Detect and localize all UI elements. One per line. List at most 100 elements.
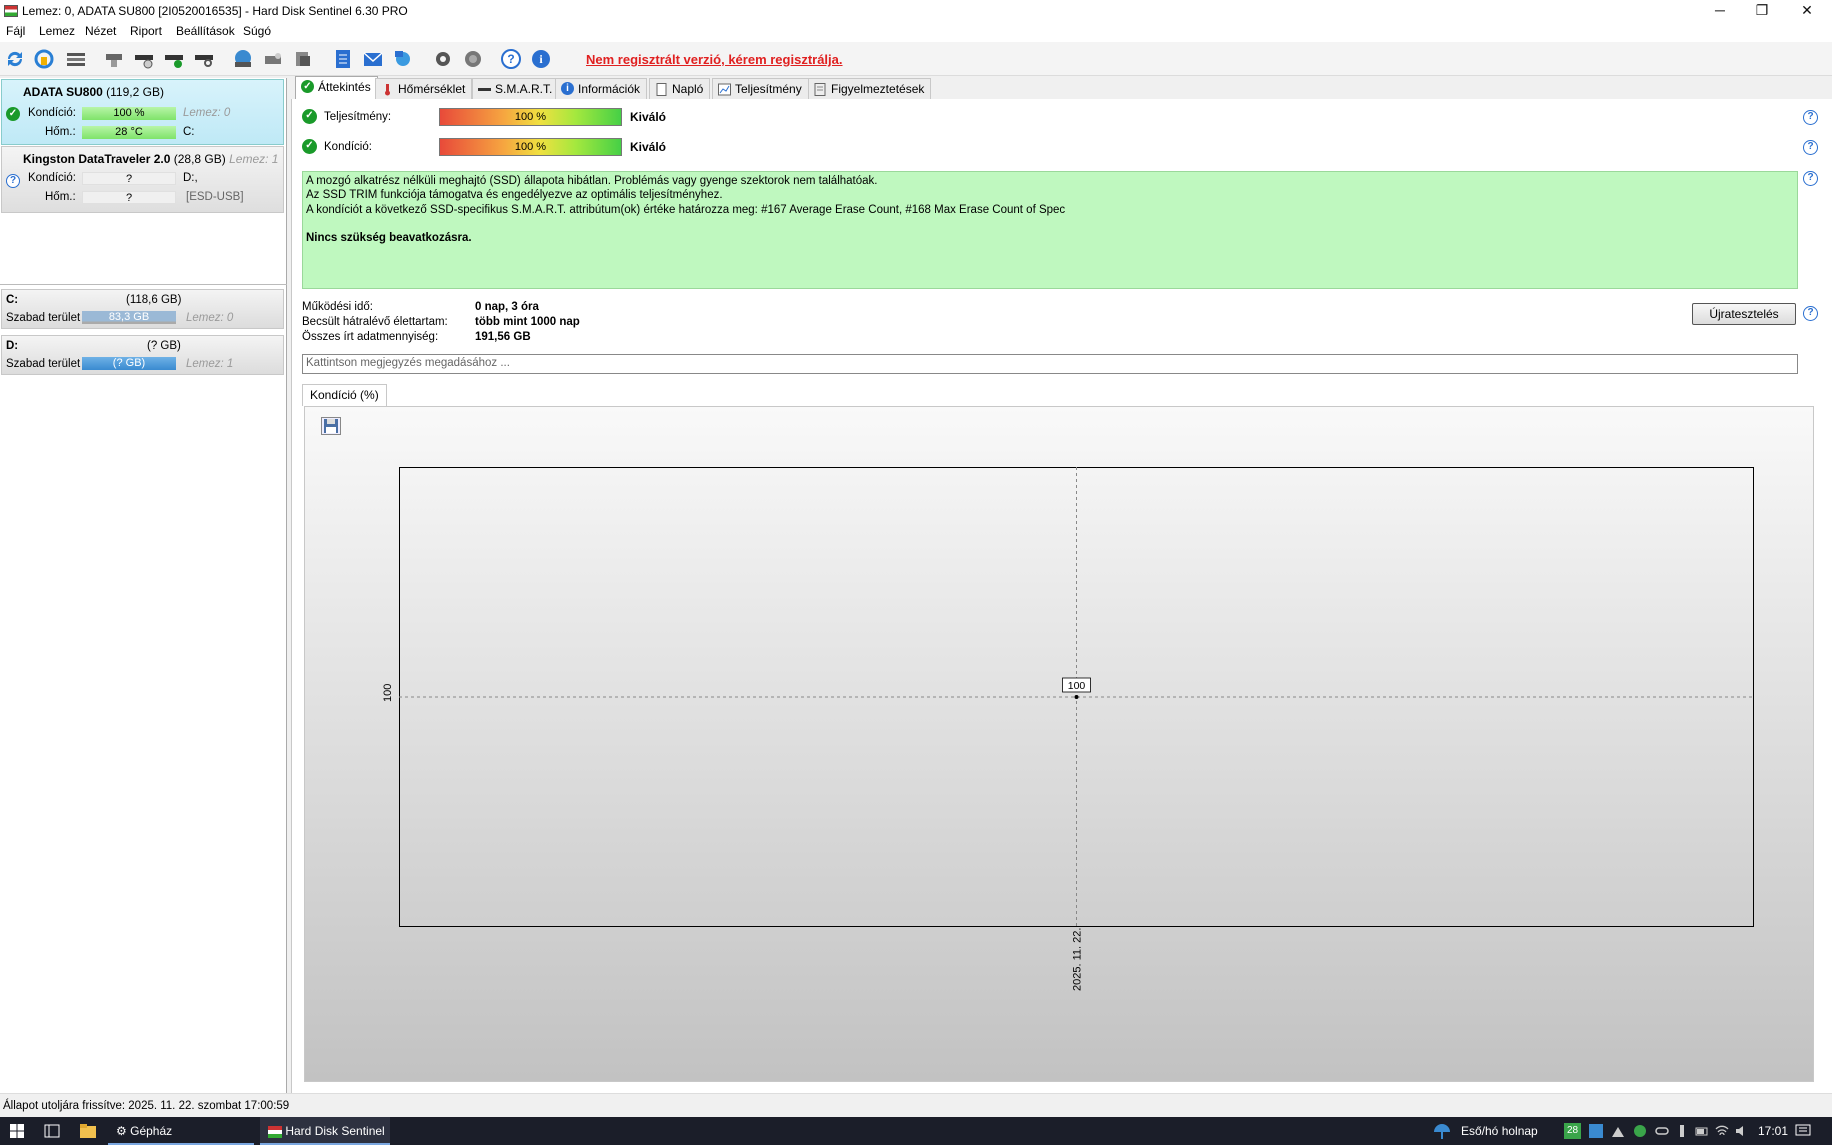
taskbar-settings[interactable]: ⚙ Gépház xyxy=(108,1117,254,1145)
check-icon: ✓ xyxy=(301,80,314,93)
disk-panel: ADATA SU800 (119,2 GB) ✓ Kondíció: 100 %… xyxy=(0,78,287,1093)
send-report-icon[interactable] xyxy=(260,46,286,72)
written-value: 191,56 GB xyxy=(475,331,531,343)
taskbar-label: Gépház xyxy=(130,1124,173,1138)
retest-button[interactable]: Újratesztelés xyxy=(1692,303,1796,325)
help-question-icon[interactable]: ? xyxy=(1803,306,1818,321)
help-question-icon[interactable]: ? xyxy=(1803,140,1818,155)
menu-disk[interactable]: Lemez xyxy=(39,24,75,38)
volume-tray-icon[interactable] xyxy=(1735,1124,1749,1138)
help-question-icon[interactable]: ? xyxy=(1803,171,1818,186)
disk-index: Lemez: 0 xyxy=(186,312,234,324)
status-summary: A mozgó alkatrész nélküli meghajtó (SSD)… xyxy=(302,171,1798,289)
notes-icon[interactable] xyxy=(330,46,356,72)
tab-information[interactable]: i Információk xyxy=(555,78,648,99)
refresh-all-icon[interactable] xyxy=(31,46,57,72)
help-question-icon[interactable]: ? xyxy=(1803,110,1818,125)
health-chart: 2025. 11. 22. 100 100 xyxy=(382,467,1754,991)
temp-label: Hőm.: xyxy=(45,126,76,138)
disk-ok-icon[interactable] xyxy=(161,46,187,72)
menu-help[interactable]: Súgó xyxy=(243,24,271,38)
tab-strip: ✓ Áttekintés Hőmérséklet S.M.A.R.T. i Info… xyxy=(291,76,1832,100)
chart-icon xyxy=(718,83,731,96)
health-ok-icon: ✓ xyxy=(302,139,317,154)
uptime-value: 0 nap, 3 óra xyxy=(475,301,539,313)
summary-line: Az SSD TRIM funkciója támogatva és enged… xyxy=(306,189,723,202)
performance-rating: Kiváló xyxy=(630,110,667,124)
health-label: Kondíció: xyxy=(28,107,76,119)
data-label: 100 xyxy=(1068,680,1086,692)
volume-item-d[interactable]: D: (? GB) Szabad terület (? GB) Lemez: 1 xyxy=(1,335,284,375)
disk-schedule-icon[interactable] xyxy=(131,46,157,72)
battery-tray-icon[interactable] xyxy=(1695,1124,1709,1138)
temp-bar: ? xyxy=(82,191,176,204)
task-view-icon[interactable] xyxy=(44,1124,60,1138)
wifi-tray-icon[interactable] xyxy=(1715,1124,1729,1138)
link-tray-icon[interactable] xyxy=(1655,1124,1669,1138)
refresh-icon[interactable] xyxy=(2,46,28,72)
windows-start-icon[interactable] xyxy=(10,1124,24,1138)
weather-icon[interactable] xyxy=(1432,1122,1452,1140)
health-label: Kondíció: xyxy=(28,172,76,184)
menu-settings[interactable]: Beállítások xyxy=(176,24,235,38)
divider xyxy=(0,284,287,285)
alerts-icon xyxy=(814,83,826,96)
tab-smart[interactable]: S.M.A.R.T. xyxy=(472,78,560,99)
tab-log[interactable]: Napló xyxy=(649,78,711,99)
status-bar: Állapot utoljára frissítve: 2025. 11. 22… xyxy=(0,1093,1832,1117)
hdsentinel-tray-badge[interactable]: 28 xyxy=(1564,1123,1581,1139)
help-icon[interactable]: ? xyxy=(498,46,524,72)
lifetime-value: több mint 1000 nap xyxy=(475,316,580,328)
file-explorer-icon[interactable] xyxy=(80,1124,96,1138)
report-icon[interactable] xyxy=(230,46,256,72)
summary-action: Nincs szükség beavatkozásra. xyxy=(306,231,472,244)
usb-tray-icon[interactable] xyxy=(1675,1124,1689,1138)
tab-performance[interactable]: Teljesítmény xyxy=(712,78,809,99)
window-title: Lemez: 0, ADATA SU800 [2I0520016535] - H… xyxy=(22,4,408,18)
disk-item-adata[interactable]: ADATA SU800 (119,2 GB) ✓ Kondíció: 100 %… xyxy=(1,79,284,145)
clock[interactable]: 17:01 xyxy=(1758,1117,1788,1145)
menu-file[interactable]: Fájl xyxy=(6,24,25,38)
tab-health-chart[interactable]: Kondíció (%) xyxy=(302,384,387,406)
tab-overview[interactable]: ✓ Áttekintés xyxy=(295,76,378,99)
tray-app-icon[interactable] xyxy=(1589,1124,1603,1138)
disk-size: (119,2 GB) xyxy=(106,85,164,99)
disk-name: Kingston DataTraveler 2.0 (28,8 GB) Leme… xyxy=(23,152,278,166)
info-icon[interactable]: i xyxy=(528,46,554,72)
tab-label: Áttekintés xyxy=(318,80,371,94)
ok-check-icon: ✓ xyxy=(6,107,20,121)
menu-view[interactable]: Nézet xyxy=(85,24,116,38)
drive-letters: C: xyxy=(183,126,195,138)
minimize-button[interactable]: ─ xyxy=(1697,0,1743,22)
network-tray-icon[interactable] xyxy=(1611,1124,1625,1138)
volume-letter: C: xyxy=(6,294,19,306)
gear-icon[interactable] xyxy=(430,46,456,72)
weather-text[interactable]: Eső/hó holnap xyxy=(1461,1117,1538,1145)
maximize-button[interactable]: ❐ xyxy=(1739,0,1785,22)
email-icon[interactable] xyxy=(360,46,386,72)
print-icon[interactable] xyxy=(290,46,316,72)
y-tick-label: 100 xyxy=(382,684,394,702)
disk-test-icon[interactable] xyxy=(101,46,127,72)
network-icon[interactable] xyxy=(390,46,416,72)
tab-label: Napló xyxy=(672,82,704,96)
volume-letter: D: xyxy=(6,340,19,352)
disk-search-icon[interactable] xyxy=(191,46,217,72)
menu-bar: Fájl Lemez Nézet Riport Beállítások Súgó xyxy=(0,22,1832,42)
title-bar: Lemez: 0, ADATA SU800 [2I0520016535] - H… xyxy=(0,0,1832,22)
temp-label: Hőm.: xyxy=(45,191,76,203)
taskbar-hdsentinel[interactable]: Hard Disk Sentinel xyxy=(260,1117,390,1145)
close-button[interactable]: ✕ xyxy=(1784,0,1830,22)
unregistered-link[interactable]: Nem regisztrált verzió, kérem regisztrál… xyxy=(586,52,843,67)
notifications-icon[interactable] xyxy=(1795,1124,1811,1138)
note-input[interactable]: Kattintson megjegyzés megadásához ... xyxy=(302,354,1798,374)
sound-icon[interactable] xyxy=(460,46,486,72)
volume-item-c[interactable]: C: (118,6 GB) Szabad terület 83,3 GB Lem… xyxy=(1,289,284,329)
health-rating: Kiváló xyxy=(630,140,667,154)
tab-alerts[interactable]: Figyelmeztetések xyxy=(808,78,932,99)
tab-temperature[interactable]: Hőmérséklet xyxy=(375,78,473,99)
disk-list-icon[interactable] xyxy=(63,46,89,72)
menu-report[interactable]: Riport xyxy=(130,24,162,38)
disk-item-kingston[interactable]: Kingston DataTraveler 2.0 (28,8 GB) Leme… xyxy=(1,146,284,213)
vpn-tray-icon[interactable] xyxy=(1633,1124,1647,1138)
